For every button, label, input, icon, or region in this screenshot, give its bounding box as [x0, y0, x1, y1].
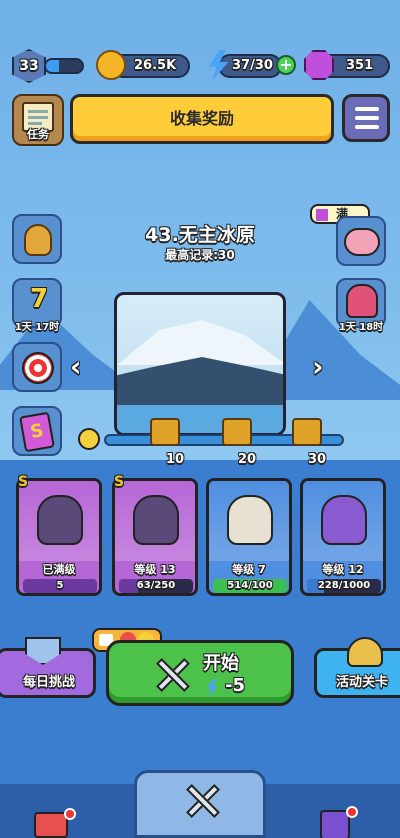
hero-portrait	[209, 481, 289, 561]
hero-card[interactable]: 已满级 5	[16, 478, 102, 596]
monster-icon	[321, 495, 367, 545]
helmet-icon	[347, 637, 383, 667]
player-level: 33	[19, 58, 39, 74]
hero-portrait	[115, 481, 195, 561]
crossed-swords-icon	[153, 655, 193, 695]
gem-amount: 351	[346, 58, 374, 73]
stage-preview[interactable]	[114, 292, 286, 436]
castle-wall	[117, 405, 283, 433]
notification-dot	[346, 806, 358, 818]
money-bag-button[interactable]	[12, 214, 62, 264]
chest-label-3: 30	[308, 452, 327, 467]
xp-fill	[46, 60, 59, 72]
hero-portrait	[19, 481, 99, 561]
hero-level-label: 已满级	[42, 563, 76, 576]
girl-pack-timer: 1天 18时	[338, 322, 384, 333]
coin-icon	[96, 50, 126, 80]
coin-amount: 26.5K	[134, 58, 177, 73]
gem-icon	[304, 50, 334, 80]
hero-progress-text: 5	[56, 580, 64, 591]
event-level-label: 活动关卡	[335, 675, 388, 690]
hero-level-label: 等级 7	[232, 563, 266, 576]
energy-pill[interactable]: 37/30	[218, 54, 282, 78]
chest-icon-1[interactable]	[150, 418, 180, 446]
hero-progress-text: 228/1000	[317, 580, 371, 591]
start-energy-cost: -5	[225, 675, 245, 696]
chest-icon-3[interactable]	[292, 418, 322, 446]
add-energy-button[interactable]: +	[276, 55, 296, 75]
hero-card[interactable]: 等级 13 63/250	[112, 478, 198, 596]
hero-progress-bar: 514/100	[213, 579, 287, 593]
hero-card[interactable]: 等级 7 514/100	[206, 478, 292, 596]
piggy-bank-icon	[344, 228, 380, 256]
prev-stage-arrow[interactable]: ‹	[70, 352, 92, 382]
rank-badge: S	[18, 474, 29, 490]
best-record: 最高记录:30	[165, 248, 235, 262]
tab-cards[interactable]	[310, 804, 370, 838]
start-label: 开始	[203, 653, 239, 674]
rank-badge: S	[114, 474, 125, 490]
monster-icon	[37, 495, 83, 545]
hero-progress-bar: 5	[23, 579, 97, 593]
next-stage-arrow[interactable]: ›	[312, 352, 334, 382]
energy-amount: 37/30	[232, 58, 273, 73]
daily-challenge-button[interactable]: 每日挑战	[0, 637, 96, 698]
money-bag-icon	[24, 224, 52, 256]
notification-dot	[64, 808, 76, 820]
hero-level-label: 等级 12	[322, 563, 364, 576]
collect-rewards-label: 收集奖励	[169, 109, 234, 128]
s-card-icon: S	[19, 411, 55, 453]
lightning-small-icon	[207, 679, 218, 697]
stage-title: 43.无主冰原	[145, 224, 255, 246]
daily-challenge-label: 每日挑战	[22, 675, 75, 690]
bottom-tab-bar	[0, 770, 400, 838]
hero-card[interactable]: 等级 12 228/1000	[300, 478, 386, 596]
hero-progress-bar: 63/250	[119, 579, 193, 593]
tab-battle[interactable]	[134, 770, 266, 838]
shield-icon	[25, 637, 61, 665]
xp-bar	[44, 58, 84, 74]
battle-swords-icon	[183, 781, 223, 821]
monster-icon	[227, 495, 273, 545]
menu-button[interactable]	[342, 94, 390, 142]
target-icon	[22, 352, 54, 384]
piggy-bank-button[interactable]	[336, 216, 386, 266]
monster-icon	[133, 495, 179, 545]
chest-label-2: 20	[238, 452, 257, 467]
hero-portrait	[303, 481, 383, 561]
hero-progress-text: 514/100	[227, 580, 273, 591]
tab-shop[interactable]	[20, 804, 80, 838]
seven-pack-timer: 1天 17时	[14, 322, 60, 333]
quest-label: 任务	[27, 128, 49, 141]
seven-icon: 7	[29, 284, 49, 314]
chest-label-1: 10	[166, 452, 185, 467]
event-level-button[interactable]: 活动关卡	[314, 637, 400, 698]
hero-progress-bar: 228/1000	[307, 579, 381, 593]
chest-icon-2[interactable]	[222, 418, 252, 446]
hero-level-label: 等级 13	[134, 563, 176, 576]
collect-rewards-button[interactable]: 收集奖励	[70, 94, 334, 144]
moon-icon	[78, 428, 100, 450]
character-icon	[346, 284, 378, 318]
target-button[interactable]	[12, 342, 62, 392]
menu-icon	[355, 107, 379, 111]
gem-small-icon	[316, 209, 328, 221]
hero-progress-text: 63/250	[136, 580, 176, 591]
start-button[interactable]: 开始 -5	[106, 640, 294, 706]
shop-icon	[34, 812, 68, 838]
s-card-button[interactable]: S	[12, 406, 62, 456]
